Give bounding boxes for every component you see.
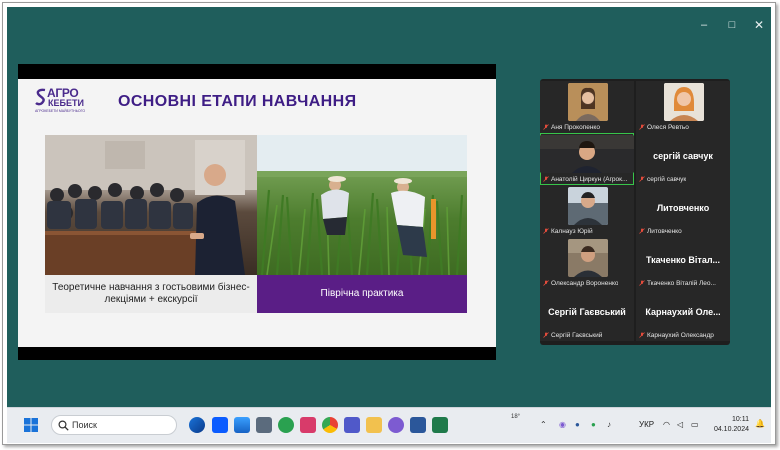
participant-name: Анатолій Циркун (Агрок... (551, 176, 628, 183)
battery-icon[interactable]: ▭ (691, 420, 699, 429)
participant-tile[interactable]: Олександр Вороненко (540, 237, 634, 289)
participant-video (664, 83, 704, 121)
presentation-slide: АГРО КЕБЕТИ АГРОКЕБЕТИ МАЙБУТНЬОГО ОСНОВ… (18, 79, 496, 347)
store-icon[interactable] (234, 417, 250, 433)
muted-mic-icon (543, 124, 549, 130)
participant-video (568, 187, 608, 225)
word-icon[interactable] (410, 417, 426, 433)
practice-caption: Піврічна практика (257, 275, 467, 313)
clock-date: 04.10.2024 (713, 426, 749, 433)
participant-tile[interactable]: Ткаченко Вітал... Ткаченко Віталій Лео..… (636, 237, 730, 289)
participant-name: Калнауз Юрій (551, 228, 593, 235)
zoom-meeting-window: – □ ✕ АГРО КЕБЕТИ АГРОКЕБЕТИ МАЙБУТНЬОГО… (7, 7, 771, 412)
whatsapp-icon[interactable] (278, 417, 294, 433)
windows-taskbar: Поиск 18° ⌃ ◉ ● ● ♪ УКР ◠ ◁ ▭ 10:11 04.1… (7, 407, 771, 443)
participant-name: Карнаухий Олександр (647, 332, 714, 339)
taskbar-clock[interactable]: 10:11 04.10.2024 (713, 415, 749, 435)
participant-tile-active-speaker[interactable]: Анатолій Циркун (Агрок... (540, 133, 634, 185)
participant-tile[interactable]: Литовченко Литовченко (636, 185, 730, 237)
maximize-button[interactable]: □ (725, 19, 739, 31)
clock-time: 10:11 (732, 416, 749, 423)
close-button[interactable]: ✕ (752, 19, 766, 31)
app-tray-icon[interactable]: ● (575, 420, 580, 429)
logo-tagline: АГРОКЕБЕТИ МАЙБУТНЬОГО (35, 109, 86, 113)
edge-icon[interactable] (189, 417, 205, 433)
participant-video (568, 83, 608, 121)
field-scene (257, 135, 467, 275)
field-practice-photo (257, 135, 467, 275)
notification-bell-icon[interactable]: 🔔 (755, 419, 765, 428)
wifi-icon[interactable]: ◠ (663, 420, 670, 429)
search-placeholder: Поиск (72, 420, 97, 430)
theory-caption: Теоретичне навчання з гостьовими бізнес-… (45, 275, 257, 313)
chevron-up-icon[interactable]: ⌃ (540, 420, 547, 429)
weather-temp[interactable]: 18° (511, 414, 520, 420)
participant-video (568, 239, 608, 277)
logo-mark-icon (35, 88, 46, 106)
participant-name: Литовченко (647, 228, 682, 235)
lecture-photo (45, 135, 257, 275)
participant-tile[interactable]: Калнауз Юрій (540, 185, 634, 237)
logo-text-kebety: КЕБЕТИ (48, 98, 84, 108)
muted-mic-icon (639, 332, 645, 338)
shared-screen: АГРО КЕБЕТИ АГРОКЕБЕТИ МАЙБУТНЬОГО ОСНОВ… (18, 64, 496, 360)
participant-tile[interactable]: сергій савчук сергій савчук (636, 133, 730, 185)
participant-display-name: Ткаченко Вітал... (645, 255, 721, 265)
viber-tray-icon[interactable]: ◉ (559, 420, 566, 429)
snip-icon[interactable] (300, 417, 316, 433)
participant-name: Сергій Гаєвський (551, 332, 603, 339)
minimize-button[interactable]: – (697, 19, 711, 31)
search-icon (58, 420, 69, 431)
agrokebety-logo: АГРО КЕБЕТИ АГРОКЕБЕТИ МАЙБУТНЬОГО (35, 86, 95, 116)
participant-tile[interactable]: Аня Прокопенко (540, 81, 634, 133)
participant-tile[interactable]: Сергій Гаєвський Сергій Гаєвський (540, 289, 634, 341)
screenshot-frame: – □ ✕ АГРО КЕБЕТИ АГРОКЕБЕТИ МАЙБУТНЬОГО… (2, 2, 776, 445)
lecture-scene (45, 135, 257, 275)
mic-tray-icon[interactable]: ♪ (607, 420, 611, 429)
muted-mic-icon (543, 332, 549, 338)
muted-mic-icon (543, 176, 549, 182)
participant-name: Олеся Ревтьо (647, 124, 689, 131)
participant-video (540, 135, 634, 173)
participant-tile[interactable]: Олеся Ревтьо (636, 81, 730, 133)
participant-name: Аня Прокопенко (551, 124, 600, 131)
muted-mic-icon (543, 228, 549, 234)
viber-icon[interactable] (388, 417, 404, 433)
calc-icon[interactable] (256, 417, 272, 433)
whatsapp-tray-icon[interactable]: ● (591, 420, 596, 429)
participant-display-name: Сергій Гаєвський (548, 307, 626, 317)
participant-display-name: Литовченко (656, 203, 710, 213)
slide-title: ОСНОВНІ ЕТАПИ НАВЧАННЯ (118, 93, 357, 110)
zoom-icon[interactable] (212, 417, 228, 433)
participant-name: сергій савчук (647, 176, 687, 183)
explorer-icon[interactable] (366, 417, 382, 433)
participant-display-name: сергій савчук (653, 151, 713, 161)
language-indicator[interactable]: УКР (639, 420, 654, 429)
muted-mic-icon (639, 176, 645, 182)
taskbar-search-box[interactable]: Поиск (51, 415, 177, 435)
app-icon[interactable] (432, 417, 448, 433)
muted-mic-icon (543, 280, 549, 286)
muted-mic-icon (639, 228, 645, 234)
participant-gallery: Аня Прокопенко Олеся Ревтьо Анатолій Цир… (540, 79, 730, 345)
participant-name: Олександр Вороненко (551, 280, 619, 287)
muted-mic-icon (639, 124, 645, 130)
windows-start-icon[interactable] (24, 418, 38, 432)
volume-icon[interactable]: ◁ (677, 420, 683, 429)
participant-name: Ткаченко Віталій Лео... (647, 280, 716, 287)
muted-mic-icon (639, 280, 645, 286)
teams-icon[interactable] (344, 417, 360, 433)
chrome-icon[interactable] (322, 417, 338, 433)
participant-tile[interactable]: Карнаухий Оле... Карнаухий Олександр (636, 289, 730, 341)
participant-display-name: Карнаухий Оле... (645, 307, 721, 317)
